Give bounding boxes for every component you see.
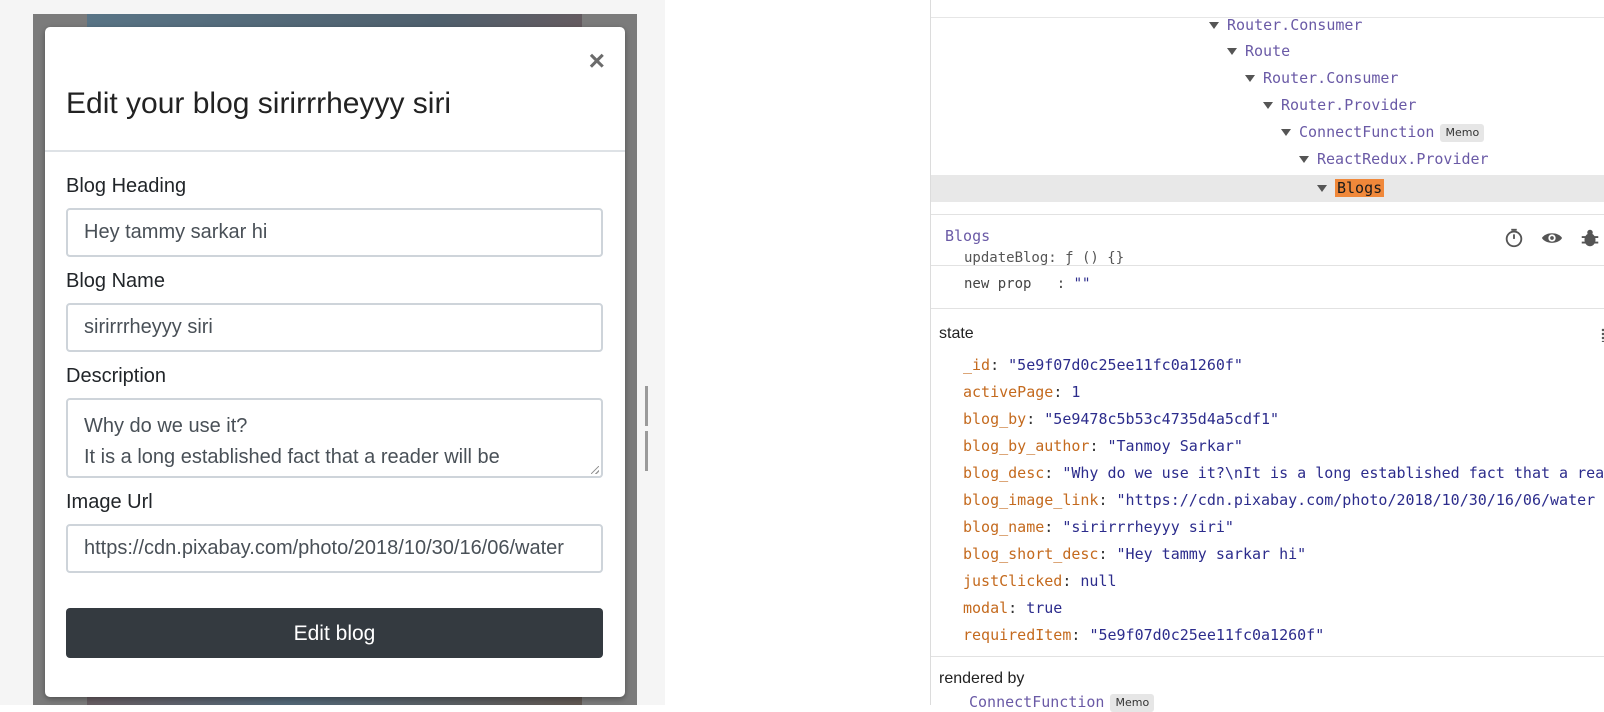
state-value[interactable]: null xyxy=(1080,572,1116,590)
expand-triangle-icon[interactable] xyxy=(1299,156,1309,163)
state-value[interactable]: "5e9f07d0c25ee11fc0a1260f" xyxy=(1089,626,1324,644)
new-prop-value[interactable]: "" xyxy=(1074,276,1091,292)
state-key: requiredItem xyxy=(963,626,1072,644)
state-section-title: state xyxy=(939,325,974,342)
state-value[interactable]: "Hey tammy sarkar hi" xyxy=(1117,545,1307,563)
stopwatch-icon[interactable] xyxy=(1503,227,1525,249)
pane-splitter-handle[interactable] xyxy=(645,386,655,471)
modal-header: × Edit your blog sirirrrheyyy siri xyxy=(45,27,625,152)
state-value[interactable]: true xyxy=(1026,599,1062,617)
memo-badge: Memo xyxy=(1440,123,1485,142)
modal-body: Blog Heading Hey tammy sarkar hi Blog Na… xyxy=(45,152,625,573)
tree-node-label: Router.Provider xyxy=(1281,96,1417,114)
tree-node-label: Router.Consumer xyxy=(1227,16,1363,34)
state-row[interactable]: blog_image_link: "https://cdn.pixabay.co… xyxy=(963,490,1595,510)
new-prop-key: new prop xyxy=(964,276,1032,292)
divider xyxy=(931,656,1604,657)
tree-node-router-provider[interactable]: Router.Provider xyxy=(1263,92,1416,119)
state-key: blog_by xyxy=(963,410,1027,428)
state-value[interactable]: "Why do we use it?\nIt is a long establi… xyxy=(1062,464,1604,482)
memo-badge: Memo xyxy=(1110,693,1155,712)
tree-node-label: ConnectFunction xyxy=(1299,123,1435,141)
close-icon[interactable]: × xyxy=(589,47,605,75)
state-row[interactable]: activePage: 1 xyxy=(963,382,1080,402)
state-value[interactable]: "https://cdn.pixabay.com/photo/2018/10/3… xyxy=(1117,491,1596,509)
react-devtools-panel: Router.Consumer Route Router.Consumer Ro… xyxy=(930,0,1604,712)
app-viewport: × Edit your blog sirirrrheyyy siri Blog … xyxy=(0,0,665,705)
rendered-by-item[interactable]: ConnectFunction Memo xyxy=(969,693,1155,712)
expand-triangle-icon[interactable] xyxy=(1227,48,1237,55)
prop-partial-row: updateBlog: ƒ () {} xyxy=(964,250,1125,266)
state-key: _id xyxy=(963,356,991,374)
state-key: blog_name xyxy=(963,518,1045,536)
new-prop-row[interactable]: new prop : "" xyxy=(964,276,1090,292)
description-text: Why do we use it? It is a long establish… xyxy=(84,415,500,468)
divider xyxy=(931,308,1604,309)
state-value[interactable]: "5e9478c5b53c4735d4a5cdf1" xyxy=(1044,410,1279,428)
resize-handle-icon[interactable] xyxy=(591,466,599,474)
state-value[interactable]: 1 xyxy=(1071,383,1080,401)
description-textarea[interactable]: Why do we use it? It is a long establish… xyxy=(66,398,603,478)
tree-node-label-selected: Blogs xyxy=(1335,179,1385,197)
rendered-by-title: rendered by xyxy=(939,670,1025,687)
state-row[interactable]: blog_by: "5e9478c5b53c4735d4a5cdf1" xyxy=(963,409,1279,429)
tree-node-router-consumer-2[interactable]: Router.Consumer xyxy=(1245,65,1398,92)
expand-triangle-icon[interactable] xyxy=(1281,129,1291,136)
state-row[interactable]: modal: true xyxy=(963,598,1062,618)
image-url-input[interactable]: https://cdn.pixabay.com/photo/2018/10/30… xyxy=(66,524,603,573)
selected-row-highlight xyxy=(931,175,1604,202)
edit-blog-button[interactable]: Edit blog xyxy=(66,608,603,658)
description-label: Description xyxy=(66,365,167,387)
expand-triangle-icon[interactable] xyxy=(1209,22,1219,29)
tree-node-label: Router.Consumer xyxy=(1263,69,1399,87)
state-key: blog_image_link xyxy=(963,491,1099,509)
state-value[interactable]: "5e9f07d0c25ee11fc0a1260f" xyxy=(1008,356,1243,374)
component-toolbar xyxy=(1503,227,1601,249)
state-key: justClicked xyxy=(963,572,1063,590)
state-row[interactable]: blog_short_desc: "Hey tammy sarkar hi" xyxy=(963,544,1306,564)
state-row[interactable]: requiredItem: "5e9f07d0c25ee11fc0a1260f" xyxy=(963,625,1324,645)
tree-node-connect-function[interactable]: ConnectFunction Memo xyxy=(1281,119,1485,146)
tree-node-reactredux-provider[interactable]: ReactRedux.Provider xyxy=(1299,146,1489,173)
state-key: blog_desc xyxy=(963,464,1045,482)
edit-blog-modal: × Edit your blog sirirrrheyyy siri Blog … xyxy=(45,27,625,697)
expand-triangle-icon[interactable] xyxy=(1317,185,1327,192)
tree-node-label: Route xyxy=(1245,42,1291,60)
blog-name-input[interactable]: sirirrrheyyy siri xyxy=(66,303,603,352)
expand-triangle-icon[interactable] xyxy=(1245,75,1255,82)
blog-heading-input[interactable]: Hey tammy sarkar hi xyxy=(66,208,603,257)
bug-icon[interactable] xyxy=(1579,227,1601,249)
tree-node-route[interactable]: Route xyxy=(1227,38,1290,65)
tree-node-router-consumer[interactable]: Router.Consumer xyxy=(1209,12,1362,39)
state-row[interactable]: blog_desc: "Why do we use it?\nIt is a l… xyxy=(963,463,1604,483)
rendered-by-name: ConnectFunction xyxy=(969,693,1105,711)
state-key: blog_short_desc xyxy=(963,545,1099,563)
state-value[interactable]: "Tanmoy Sarkar" xyxy=(1108,437,1243,455)
state-row[interactable]: justClicked: null xyxy=(963,571,1117,591)
state-key: activePage xyxy=(963,383,1054,401)
tree-node-blogs[interactable]: Blogs xyxy=(1317,175,1385,202)
state-value[interactable]: "sirirrrheyyy siri" xyxy=(1062,518,1234,536)
state-key: modal xyxy=(963,599,1009,617)
modal-title: Edit your blog sirirrrheyyy siri xyxy=(66,87,452,120)
blog-heading-label: Blog Heading xyxy=(66,175,187,197)
state-key: blog_by_author xyxy=(963,437,1090,455)
state-row[interactable]: _id: "5e9f07d0c25ee11fc0a1260f" xyxy=(963,355,1243,375)
selected-component-name: Blogs xyxy=(945,227,991,245)
image-url-label: Image Url xyxy=(66,491,153,513)
state-row[interactable]: blog_name: "sirirrrheyyy siri" xyxy=(963,517,1234,537)
expand-triangle-icon[interactable] xyxy=(1263,102,1273,109)
state-row[interactable]: blog_by_author: "Tanmoy Sarkar" xyxy=(963,436,1243,456)
blog-name-label: Blog Name xyxy=(66,270,165,292)
eye-icon[interactable] xyxy=(1541,227,1563,249)
tree-node-label: ReactRedux.Provider xyxy=(1317,150,1489,168)
